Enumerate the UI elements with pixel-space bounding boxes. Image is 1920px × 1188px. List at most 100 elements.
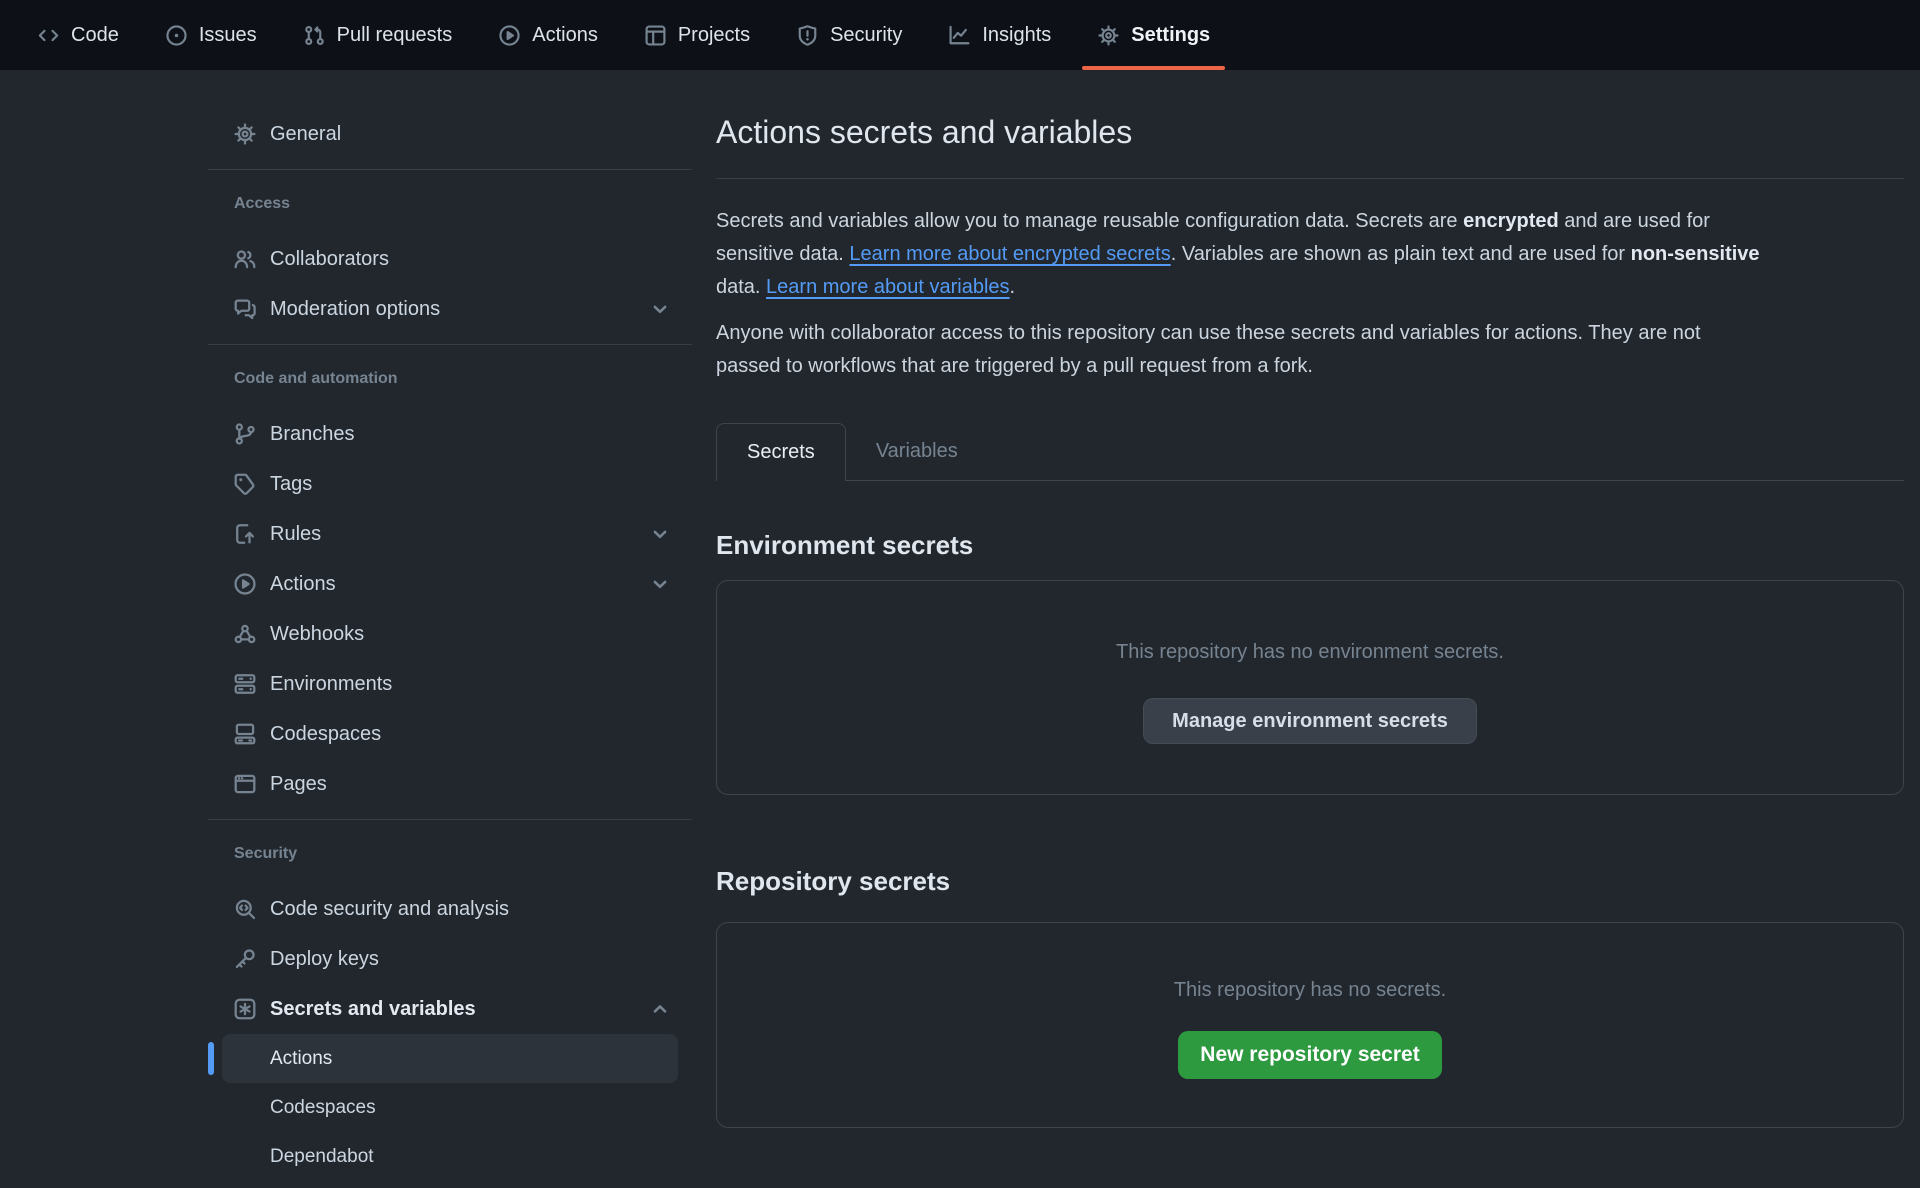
sidebar-item-environments[interactable]: Environments bbox=[208, 659, 692, 709]
browser-icon bbox=[233, 772, 257, 796]
settings-content: Actions secrets and variables Secrets an… bbox=[716, 70, 1904, 1128]
chevron-down-icon bbox=[648, 572, 672, 596]
learn-more-variables-link[interactable]: Learn more about variables bbox=[766, 276, 1009, 298]
sidebar-item-general[interactable]: General bbox=[208, 109, 692, 159]
gear-icon bbox=[1097, 24, 1120, 47]
sidebar-divider bbox=[208, 819, 692, 820]
sidebar-item-label: Rules bbox=[270, 523, 321, 546]
environment-secrets-empty-text: This repository has no environment secre… bbox=[717, 640, 1903, 664]
tab-label: Projects bbox=[678, 24, 750, 47]
sidebar-item-label: Environments bbox=[270, 673, 392, 696]
repository-secrets-heading: Repository secrets bbox=[716, 863, 1904, 899]
active-item-accent-bar bbox=[208, 1042, 214, 1075]
tab-settings[interactable]: Settings bbox=[1074, 0, 1233, 70]
sidebar-item-label: Moderation options bbox=[270, 298, 440, 321]
play-circle-icon bbox=[233, 572, 257, 596]
sidebar-subitem-label: Codespaces bbox=[270, 1097, 376, 1119]
sidebar-item-label: Pages bbox=[270, 773, 327, 796]
page-title: Actions secrets and variables bbox=[716, 112, 1904, 152]
repository-secrets-empty-box: This repository has no secrets. New repo… bbox=[716, 922, 1904, 1128]
environment-secrets-heading: Environment secrets bbox=[716, 527, 1904, 563]
tab-label: Issues bbox=[199, 24, 257, 47]
sidebar-item-code-security-and-analysis[interactable]: Code security and analysis bbox=[208, 884, 692, 934]
sidebar-section-security: Security bbox=[208, 844, 692, 864]
sidebar-item-secrets-and-variables[interactable]: Secrets and variables bbox=[208, 984, 692, 1034]
code-icon bbox=[37, 24, 60, 47]
learn-more-encrypted-secrets-link[interactable]: Learn more about encrypted secrets bbox=[849, 243, 1170, 265]
people-icon bbox=[233, 247, 257, 271]
sidebar-subitem-dependabot[interactable]: Dependabot bbox=[208, 1132, 692, 1181]
chevron-down-icon bbox=[648, 297, 672, 321]
sidebar-item-label: Webhooks bbox=[270, 623, 364, 646]
graph-icon bbox=[948, 24, 971, 47]
tab-projects[interactable]: Projects bbox=[621, 0, 773, 70]
sidebar-item-actions[interactable]: Actions bbox=[208, 559, 692, 609]
tab-issues[interactable]: Issues bbox=[142, 0, 280, 70]
tab-label: Code bbox=[71, 24, 119, 47]
sidebar-item-webhooks[interactable]: Webhooks bbox=[208, 609, 692, 659]
title-divider bbox=[716, 178, 1904, 179]
tab-label: Security bbox=[830, 24, 902, 47]
tab-security[interactable]: Security bbox=[773, 0, 925, 70]
tab-label: Insights bbox=[982, 24, 1051, 47]
repository-secrets-empty-text: This repository has no secrets. bbox=[717, 978, 1903, 1002]
sidebar-item-moderation-options[interactable]: Moderation options bbox=[208, 284, 692, 334]
secrets-variables-tabnav: Secrets Variables bbox=[716, 423, 1904, 481]
sidebar-item-label: General bbox=[270, 123, 341, 146]
tab-label: Settings bbox=[1131, 24, 1210, 47]
tab-label: Actions bbox=[532, 24, 598, 47]
tab-secrets[interactable]: Secrets bbox=[716, 423, 846, 481]
sidebar-item-label: Actions bbox=[270, 573, 336, 596]
sidebar-item-label: Code security and analysis bbox=[270, 898, 509, 921]
asterisk-box-icon bbox=[233, 997, 257, 1021]
sidebar-divider bbox=[208, 169, 692, 170]
settings-sidebar: General Access Collaborators Moderation … bbox=[208, 109, 692, 1181]
environment-secrets-empty-box: This repository has no environment secre… bbox=[716, 580, 1904, 795]
sidebar-section-code-and-automation: Code and automation bbox=[208, 369, 692, 389]
collaborator-note-paragraph: Anyone with collaborator access to this … bbox=[716, 317, 1904, 383]
tab-actions[interactable]: Actions bbox=[475, 0, 621, 70]
manage-environment-secrets-button[interactable]: Manage environment secrets bbox=[1143, 698, 1477, 744]
sidebar-subitem-actions[interactable]: Actions bbox=[222, 1034, 678, 1083]
rules-icon bbox=[233, 522, 257, 546]
tab-insights[interactable]: Insights bbox=[925, 0, 1074, 70]
sidebar-item-rules[interactable]: Rules bbox=[208, 509, 692, 559]
git-branch-icon bbox=[233, 422, 257, 446]
tab-code[interactable]: Code bbox=[14, 0, 142, 70]
sidebar-item-branches[interactable]: Branches bbox=[208, 409, 692, 459]
sidebar-subitem-label: Dependabot bbox=[270, 1146, 374, 1168]
chevron-down-icon bbox=[648, 522, 672, 546]
sidebar-item-tags[interactable]: Tags bbox=[208, 459, 692, 509]
gear-icon bbox=[233, 122, 257, 146]
key-icon bbox=[233, 947, 257, 971]
sidebar-item-codespaces[interactable]: Codespaces bbox=[208, 709, 692, 759]
sidebar-divider bbox=[208, 344, 692, 345]
repo-nav: Code Issues Pull requests Actions Projec… bbox=[0, 0, 1920, 70]
sidebar-item-label: Collaborators bbox=[270, 248, 389, 271]
tag-icon bbox=[233, 472, 257, 496]
shield-icon bbox=[796, 24, 819, 47]
sidebar-item-label: Tags bbox=[270, 473, 312, 496]
tab-label: Pull requests bbox=[337, 24, 453, 47]
sidebar-item-collaborators[interactable]: Collaborators bbox=[208, 234, 692, 284]
sidebar-subitem-label: Actions bbox=[270, 1048, 332, 1070]
codespaces-icon bbox=[233, 722, 257, 746]
chevron-up-icon bbox=[648, 997, 672, 1021]
comment-discussion-icon bbox=[233, 297, 257, 321]
tab-pull-requests[interactable]: Pull requests bbox=[280, 0, 476, 70]
sidebar-item-label: Deploy keys bbox=[270, 948, 379, 971]
new-repository-secret-button[interactable]: New repository secret bbox=[1178, 1031, 1441, 1079]
webhook-icon bbox=[233, 622, 257, 646]
sidebar-item-deploy-keys[interactable]: Deploy keys bbox=[208, 934, 692, 984]
sidebar-item-label: Codespaces bbox=[270, 723, 381, 746]
sidebar-item-label: Branches bbox=[270, 423, 355, 446]
sidebar-item-pages[interactable]: Pages bbox=[208, 759, 692, 809]
table-icon bbox=[644, 24, 667, 47]
play-circle-icon bbox=[498, 24, 521, 47]
sidebar-subitem-codespaces[interactable]: Codespaces bbox=[208, 1083, 692, 1132]
server-icon bbox=[233, 672, 257, 696]
git-pull-request-icon bbox=[303, 24, 326, 47]
sidebar-item-label: Secrets and variables bbox=[270, 998, 476, 1021]
tab-variables[interactable]: Variables bbox=[846, 423, 988, 480]
code-scan-icon bbox=[233, 897, 257, 921]
